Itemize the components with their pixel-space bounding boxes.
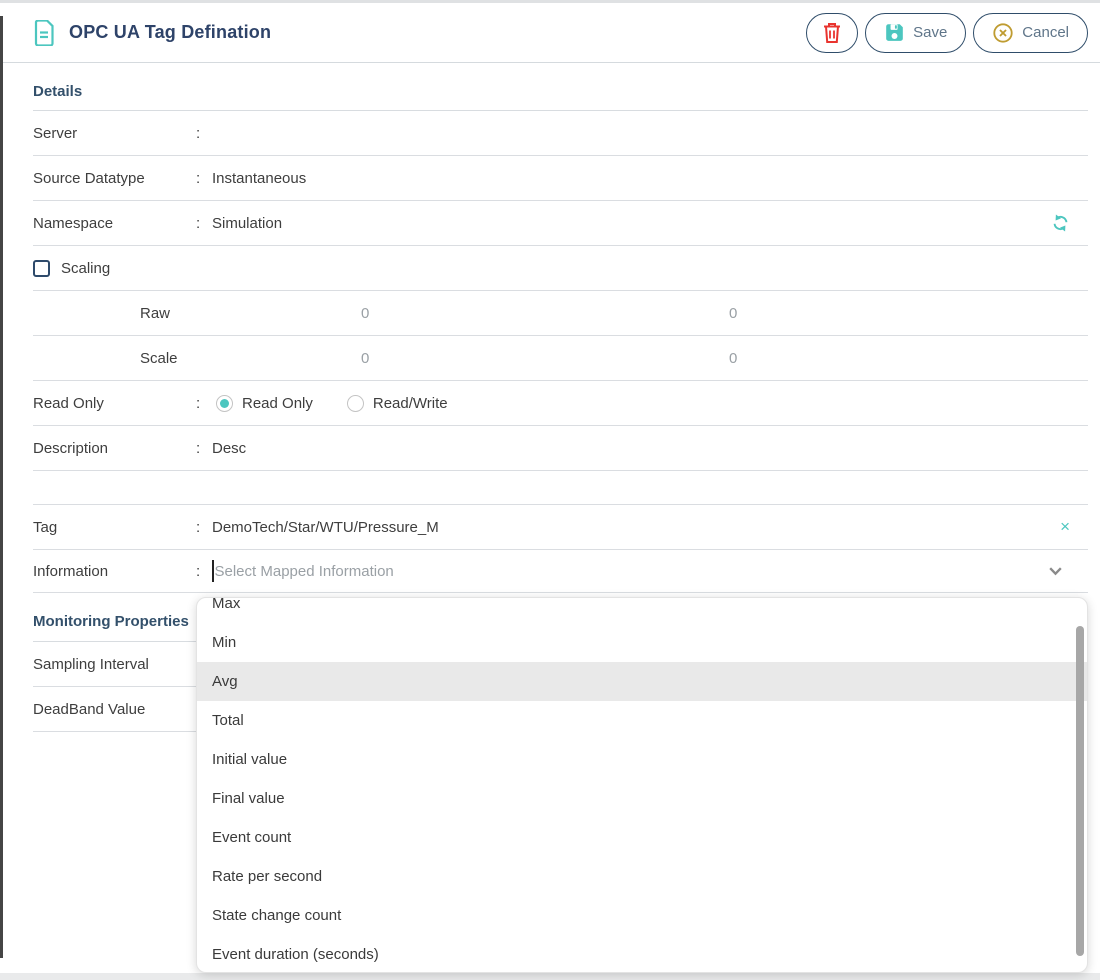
raw-input-1[interactable]: 0 [361,305,369,322]
header-buttons: Save Cancel [806,13,1088,53]
opcua-tag-definition-page: OPC UA Tag Defination [0,0,1100,980]
tag-clear-icon[interactable]: × [1060,517,1070,537]
information-input[interactable] [215,563,1089,580]
dropdown-item[interactable]: Final value [197,779,1087,818]
source-datatype-value[interactable]: Instantaneous [212,170,306,187]
dropdown-item[interactable]: Initial value [197,740,1087,779]
dropdown-list: Max Min Avg Total Initial value Final va… [197,597,1087,973]
scale-row: Scale 0 0 [33,336,1088,381]
read-only-label: Read Only [33,395,196,412]
colon: : [196,440,212,457]
save-floppy-icon [884,22,905,43]
colon: : [196,395,212,412]
chevron-down-icon[interactable] [1047,563,1064,580]
cancel-button-label: Cancel [1022,24,1069,41]
dropdown-item-highlighted[interactable]: Avg [197,662,1087,701]
read-write-option[interactable]: Read/Write [347,395,448,412]
document-icon [33,20,55,46]
information-dropdown: Max Min Avg Total Initial value Final va… [196,597,1088,973]
description-label: Description [33,440,196,457]
read-write-option-label: Read/Write [373,395,448,412]
dropdown-item[interactable]: Event count [197,818,1087,857]
raw-input-2[interactable]: 0 [729,305,737,322]
raw-row: Raw 0 0 [33,291,1088,336]
namespace-row: Namespace : Simulation [33,201,1088,246]
namespace-label: Namespace [33,215,196,232]
namespace-value[interactable]: Simulation [212,215,282,232]
description-value[interactable]: Desc [212,440,246,457]
trash-icon [822,22,842,44]
scale-input-2[interactable]: 0 [729,350,737,367]
cancel-circle-x-icon [992,22,1014,44]
colon: : [196,519,212,536]
colon: : [196,125,212,142]
read-only-radio-selected[interactable] [216,395,233,412]
colon: : [196,563,212,580]
read-only-option[interactable]: Read Only [216,395,313,412]
read-only-option-label: Read Only [242,395,313,412]
bottom-edge-strip [0,973,1100,980]
colon: : [196,215,212,232]
dropdown-item[interactable]: Min [197,623,1087,662]
scaling-label: Scaling [61,260,110,277]
scaling-row: Scaling [33,246,1088,291]
read-only-row: Read Only : Read Only Read/Write [33,381,1088,426]
dropdown-scrollbar-thumb[interactable] [1076,626,1084,956]
spacer-row [33,471,1088,505]
read-write-radio[interactable] [347,395,364,412]
save-button[interactable]: Save [865,13,966,53]
deadband-value-label: DeadBand Value [33,701,196,718]
cancel-button[interactable]: Cancel [973,13,1088,53]
dropdown-item[interactable]: Max [197,597,1087,623]
tag-row: Tag : DemoTech/Star/WTU/Pressure_M × [33,505,1088,550]
text-cursor [212,560,214,582]
header-title-group: OPC UA Tag Defination [33,20,271,46]
delete-button[interactable] [806,13,858,53]
scale-input-1[interactable]: 0 [361,350,369,367]
sampling-interval-label: Sampling Interval [33,656,196,673]
tag-value[interactable]: DemoTech/Star/WTU/Pressure_M [212,519,439,536]
colon: : [196,170,212,187]
tag-label: Tag [33,519,196,536]
read-only-radio-group: Read Only Read/Write [216,395,448,412]
namespace-refresh-icon[interactable] [1051,214,1070,233]
save-button-label: Save [913,24,947,41]
dropdown-item[interactable]: Rate per second [197,857,1087,896]
server-row: Server : [33,111,1088,156]
description-row: Description : Desc [33,426,1088,471]
server-label: Server [33,125,196,142]
source-datatype-row: Source Datatype : Instantaneous [33,156,1088,201]
information-row: Information : [33,550,1088,593]
raw-label: Raw [33,305,170,322]
dropdown-item[interactable]: State change count [197,896,1087,935]
header: OPC UA Tag Defination [3,3,1100,63]
dropdown-item[interactable]: Event duration (seconds) [197,935,1087,973]
scaling-checkbox[interactable] [33,260,50,277]
source-datatype-label: Source Datatype [33,170,196,187]
details-section-heading: Details [33,83,1100,100]
scale-label: Scale [33,350,178,367]
page-title: OPC UA Tag Defination [69,22,271,43]
dropdown-item[interactable]: Total [197,701,1087,740]
information-label: Information [33,563,196,580]
